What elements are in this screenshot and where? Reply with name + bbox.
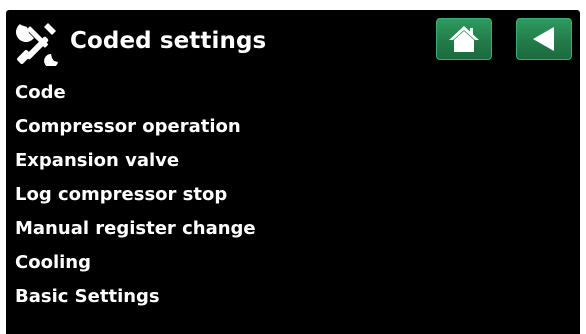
settings-menu: Code Compressor operation Expansion valv… bbox=[6, 76, 580, 314]
tools-icon bbox=[14, 20, 62, 68]
menu-item-manual-register-change[interactable]: Manual register change bbox=[6, 212, 580, 246]
menu-item-log-compressor-stop[interactable]: Log compressor stop bbox=[6, 178, 580, 212]
menu-item-basic-settings[interactable]: Basic Settings bbox=[6, 280, 580, 314]
menu-item-compressor-operation[interactable]: Compressor operation bbox=[6, 110, 580, 144]
back-arrow-icon bbox=[530, 25, 558, 53]
home-icon bbox=[448, 24, 480, 54]
menu-item-expansion-valve[interactable]: Expansion valve bbox=[6, 144, 580, 178]
home-button[interactable] bbox=[436, 18, 492, 60]
back-button[interactable] bbox=[516, 18, 572, 60]
header-bar: Coded settings bbox=[6, 10, 580, 80]
display-screen: Coded settings Code Compressor operation… bbox=[6, 10, 580, 334]
menu-item-cooling[interactable]: Cooling bbox=[6, 246, 580, 280]
page-title: Coded settings bbox=[70, 28, 267, 54]
menu-item-code[interactable]: Code bbox=[6, 76, 580, 110]
